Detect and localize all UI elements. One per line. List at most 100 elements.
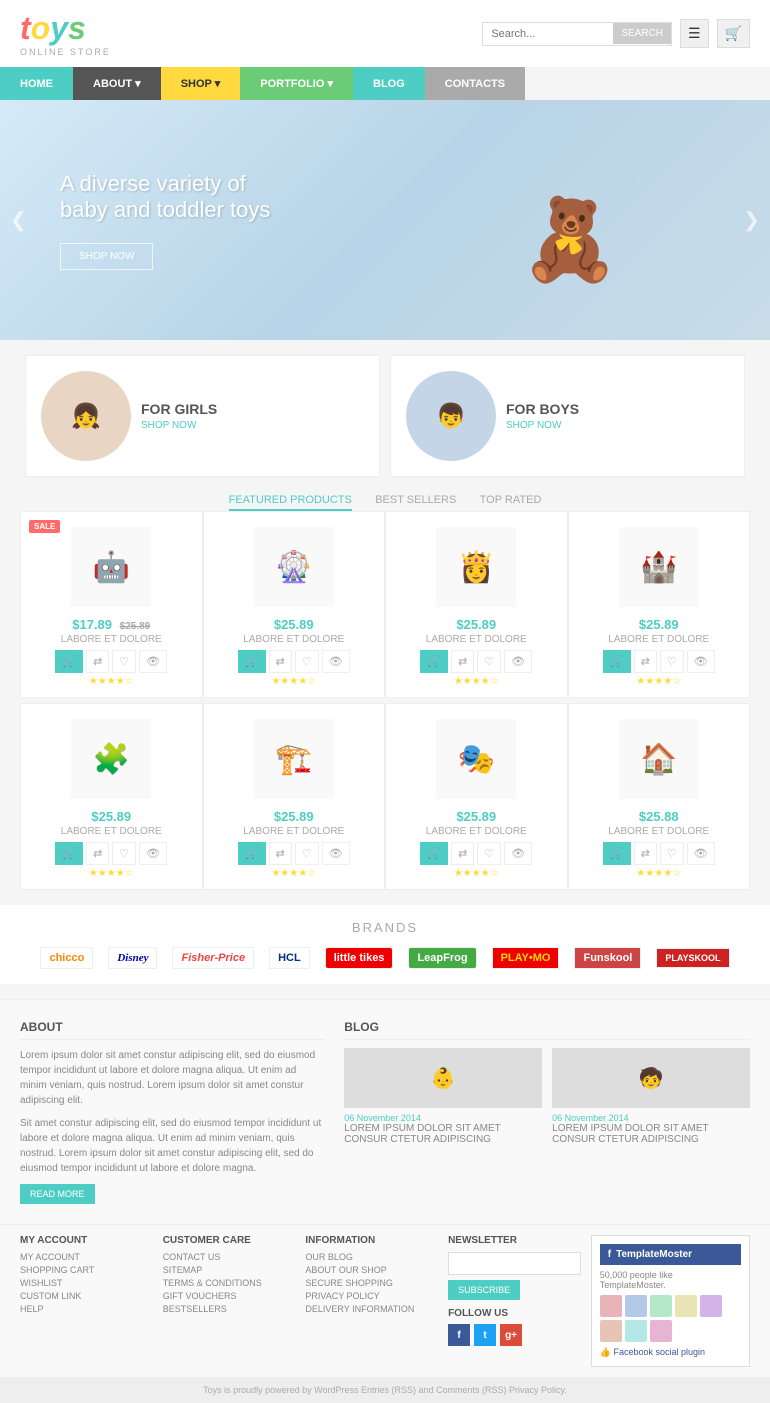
wishlist-7[interactable]: ♡ (477, 842, 501, 865)
nav-blog[interactable]: BLOG (353, 67, 425, 100)
footer-link-about[interactable]: ABOUT OUR SHOP (305, 1265, 438, 1275)
compare-3[interactable]: ⇄ (451, 650, 474, 673)
search-box: SEARCH (482, 22, 672, 46)
stars-3: ★★★★☆ (396, 676, 557, 687)
blog-post-date-1: 06 November 2014 (344, 1113, 542, 1123)
tab-top-rated[interactable]: TOP RATED (480, 494, 542, 509)
view-8[interactable]: 👁 (687, 842, 715, 865)
footer-link-bestsellers[interactable]: BESTSELLERS (163, 1304, 296, 1314)
footer-link-contact[interactable]: CONTACT US (163, 1252, 296, 1262)
add-to-cart-8[interactable]: 🛒 (603, 842, 631, 865)
view-3[interactable]: 👁 (504, 650, 532, 673)
brand-chicco[interactable]: chicco (40, 947, 93, 969)
wishlist-4[interactable]: ♡ (660, 650, 684, 673)
footer-link-delivery[interactable]: DELIVERY INFORMATION (305, 1304, 438, 1314)
google-plus-icon[interactable]: g+ (500, 1324, 522, 1346)
view-1[interactable]: 👁 (139, 650, 167, 673)
wishlist-6[interactable]: ♡ (295, 842, 319, 865)
tab-featured[interactable]: FEATURED PRODUCTS (229, 494, 352, 511)
stars-4: ★★★★☆ (579, 676, 740, 687)
blog-post-title-2[interactable]: LOREM IPSUM DOLOR SIT AMET CONSUR CTETUR… (552, 1123, 750, 1145)
footer-link-custom[interactable]: CUSTOM LINK (20, 1291, 153, 1301)
sale-badge-1: SALE (29, 520, 60, 533)
fb-avatar (600, 1320, 622, 1342)
footer-link-terms[interactable]: TERMS & CONDITIONS (163, 1278, 296, 1288)
hero-next-arrow[interactable]: ❯ (743, 208, 760, 233)
brand-playskool[interactable]: PLAYSKOOL (656, 948, 729, 968)
nav-portfolio[interactable]: PORTFOLIO ▾ (240, 67, 353, 100)
wishlist-2[interactable]: ♡ (295, 650, 319, 673)
footer-link-secure[interactable]: SECURE SHOPPING (305, 1278, 438, 1288)
nav-about[interactable]: ABOUT ▾ (73, 67, 161, 100)
products-row-2: 🧩 $25.89 LABORE ET DOLORE 🛒 ⇄ ♡ 👁 ★★★★☆ … (20, 703, 750, 890)
stars-2: ★★★★☆ (214, 676, 375, 687)
subscribe-button[interactable]: SUBSCRIBE (448, 1280, 520, 1300)
facebook-icon[interactable]: f (448, 1324, 470, 1346)
category-boys[interactable]: 👦 FOR BOYS SHOP NOW (390, 355, 745, 477)
tab-best-sellers[interactable]: BEST SELLERS (375, 494, 456, 509)
footer-link-blog[interactable]: OUR BLOG (305, 1252, 438, 1262)
brand-little-tikes[interactable]: little tikes (325, 947, 394, 969)
compare-2[interactable]: ⇄ (269, 650, 292, 673)
view-5[interactable]: 👁 (139, 842, 167, 865)
compare-8[interactable]: ⇄ (634, 842, 657, 865)
nav-contacts[interactable]: CONTACTS (425, 67, 525, 100)
add-to-cart-2[interactable]: 🛒 (238, 650, 266, 673)
footer-link-sitemap[interactable]: SITEMAP (163, 1265, 296, 1275)
view-7[interactable]: 👁 (504, 842, 532, 865)
read-more-button[interactable]: READ MORE (20, 1184, 95, 1204)
nav-shop[interactable]: SHOP ▾ (161, 67, 241, 100)
product-image-8: 🏠 (579, 714, 740, 804)
wishlist-8[interactable]: ♡ (660, 842, 684, 865)
stars-6: ★★★★☆ (214, 868, 375, 879)
footer-link-help[interactable]: HELP (20, 1304, 153, 1314)
product-actions-2: 🛒 ⇄ ♡ 👁 (214, 650, 375, 673)
boys-shop-link[interactable]: SHOP NOW (506, 420, 561, 431)
brand-disney[interactable]: Disney (108, 947, 157, 969)
compare-4[interactable]: ⇄ (634, 650, 657, 673)
wishlist-1[interactable]: ♡ (112, 650, 136, 673)
compare-5[interactable]: ⇄ (86, 842, 109, 865)
twitter-icon[interactable]: t (474, 1324, 496, 1346)
blog-post-title-1[interactable]: LOREM IPSUM DOLOR SIT AMET CONSUR CTETUR… (344, 1123, 542, 1145)
add-to-cart-7[interactable]: 🛒 (420, 842, 448, 865)
footer-link-shopping-cart[interactable]: SHOPPING CART (20, 1265, 153, 1275)
footer-link-my-account[interactable]: MY ACCOUNT (20, 1252, 153, 1262)
wishlist-3[interactable]: ♡ (477, 650, 501, 673)
fb-like-button[interactable]: 👍 Facebook social plugin (600, 1347, 741, 1358)
compare-6[interactable]: ⇄ (269, 842, 292, 865)
nav-home[interactable]: HOME (0, 67, 73, 100)
compare-1[interactable]: ⇄ (86, 650, 109, 673)
wishlist-5[interactable]: ♡ (112, 842, 136, 865)
logo-text[interactable]: toys (20, 10, 111, 47)
girls-shop-link[interactable]: SHOP NOW (141, 420, 196, 431)
add-to-cart-5[interactable]: 🛒 (55, 842, 83, 865)
cart-icon[interactable]: 🛒 (717, 19, 750, 48)
brand-leapfrog[interactable]: LeapFrog (408, 947, 476, 969)
footer-link-wishlist[interactable]: WISHLIST (20, 1278, 153, 1288)
newsletter-email-input[interactable] (448, 1252, 581, 1275)
brand-hcl[interactable]: HCL (269, 947, 310, 969)
view-2[interactable]: 👁 (322, 650, 350, 673)
product-name-1: LABORE ET DOLORE (31, 634, 192, 645)
search-button[interactable]: SEARCH (613, 23, 671, 44)
hero-prev-arrow[interactable]: ❮ (10, 208, 27, 233)
brand-funskool[interactable]: Funskool (574, 947, 641, 969)
hero-shop-now-button[interactable]: SHOP NOW (60, 243, 153, 270)
add-to-cart-4[interactable]: 🛒 (603, 650, 631, 673)
add-to-cart-1[interactable]: 🛒 (55, 650, 83, 673)
add-to-cart-6[interactable]: 🛒 (238, 842, 266, 865)
search-input[interactable] (483, 23, 613, 45)
footer-link-gift[interactable]: GIFT VOUCHERS (163, 1291, 296, 1301)
product-price-3: $25.89 (396, 617, 557, 632)
add-to-cart-3[interactable]: 🛒 (420, 650, 448, 673)
girls-title: FOR GIRLS (141, 401, 217, 417)
brand-playmobil[interactable]: PLAY•MO (492, 947, 560, 969)
compare-7[interactable]: ⇄ (451, 842, 474, 865)
brand-fisher-price[interactable]: Fisher-Price (172, 947, 254, 969)
category-girls[interactable]: 👧 FOR GIRLS SHOP NOW (25, 355, 380, 477)
view-4[interactable]: 👁 (687, 650, 715, 673)
footer-link-privacy[interactable]: PRIVACY POLICY (305, 1291, 438, 1301)
list-icon[interactable]: ☰ (680, 19, 709, 48)
view-6[interactable]: 👁 (322, 842, 350, 865)
